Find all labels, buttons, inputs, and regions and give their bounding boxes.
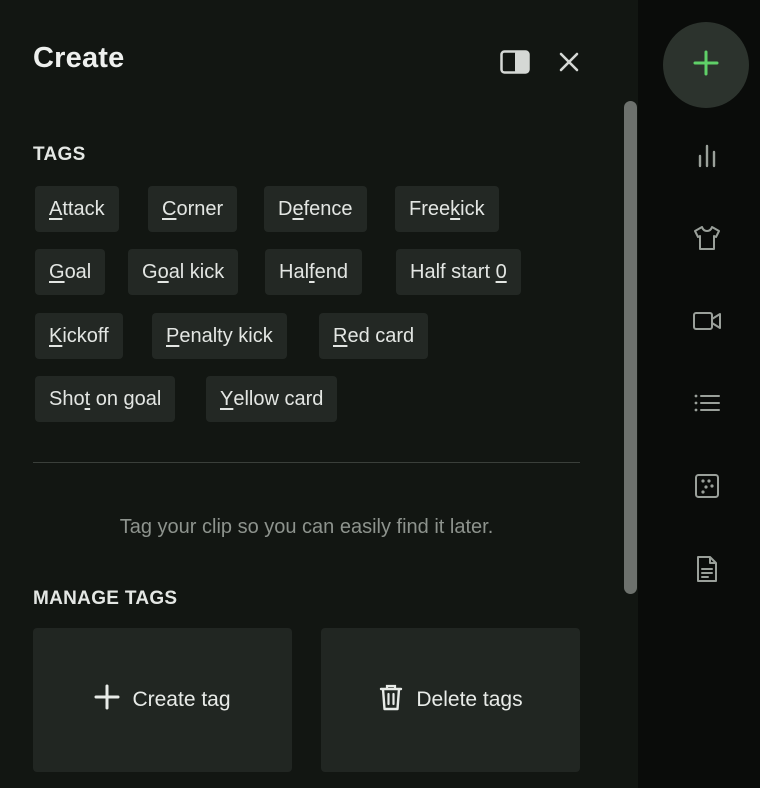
video-icon[interactable]	[690, 304, 724, 338]
shirt-icon[interactable]	[690, 221, 724, 255]
list-icon[interactable]	[690, 386, 724, 420]
tag-corner[interactable]: Corner	[148, 186, 238, 232]
tag-attack[interactable]: Attack	[35, 186, 119, 232]
toggle-panel-icon[interactable]	[500, 48, 530, 76]
create-panel: Create TAGS Attack Corner De fence Free k i…	[0, 0, 638, 788]
tag-penalty-kick[interactable]: Penalty kick	[152, 313, 287, 359]
close-icon[interactable]	[554, 48, 584, 76]
tag-half-end[interactable]: Hal f end	[265, 249, 362, 295]
delete-tags-button[interactable]: Delete tags	[321, 628, 580, 772]
plus-icon	[692, 49, 720, 82]
tag-hint-text: Tag your clip so you can easily find it …	[119, 516, 494, 538]
tags-section-label: TAGS	[33, 144, 86, 165]
add-button[interactable]	[663, 22, 749, 108]
plus-icon	[94, 684, 120, 716]
trash-icon	[378, 683, 404, 717]
tag-red-card[interactable]: Red card	[319, 313, 429, 359]
delete-tags-label: Delete tags	[416, 688, 523, 711]
manage-tags-label: MANAGE TAGS	[33, 588, 178, 609]
section-divider	[33, 462, 580, 463]
panel-scrollbar[interactable]	[624, 101, 637, 594]
bar-chart-icon[interactable]	[690, 138, 724, 172]
tag-freekick[interactable]: Free k ick	[395, 186, 499, 232]
tag-defence[interactable]: De fence	[264, 186, 367, 232]
tag-shot-on-goal[interactable]: Sho t on goal	[35, 376, 176, 422]
create-tag-label: Create tag	[132, 688, 231, 711]
dice-icon[interactable]	[690, 469, 724, 503]
tag-goal-kick[interactable]: Go al kick	[128, 249, 239, 295]
tag-half-start-0[interactable]: Half start 0	[396, 249, 521, 295]
panel-title: Create	[33, 42, 125, 74]
tag-goal[interactable]: Goal	[35, 249, 106, 295]
document-icon[interactable]	[690, 552, 724, 586]
tag-kickoff[interactable]: Kickoff	[35, 313, 123, 359]
create-tag-button[interactable]: Create tag	[33, 628, 292, 772]
tag-yellow-card[interactable]: Yellow card	[206, 376, 338, 422]
